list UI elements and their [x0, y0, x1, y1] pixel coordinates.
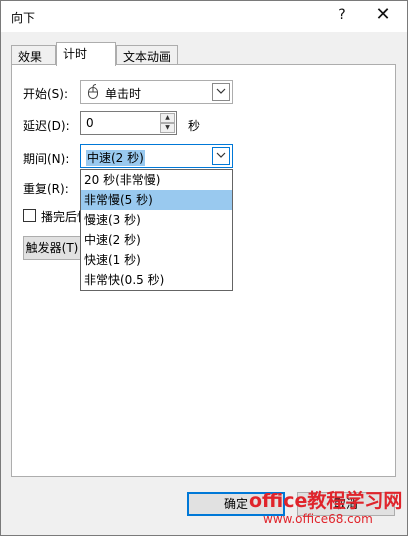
title-bar: 向下 ? ✕	[1, 1, 407, 32]
tab-text-animation[interactable]: 文本动画	[116, 45, 178, 65]
help-icon[interactable]: ?	[334, 7, 350, 23]
spin-up-icon[interactable]: ▲	[160, 113, 175, 123]
repeat-label: 重复(R):	[23, 182, 69, 196]
delay-value: 0	[86, 116, 94, 130]
duration-value: 中速(2 秒)	[86, 150, 145, 166]
mouse-icon	[87, 84, 99, 103]
watermark-url: www.office68.com	[263, 512, 373, 526]
tab-effect[interactable]: 效果	[11, 45, 56, 65]
triggers-button[interactable]: 触发器(T)	[23, 236, 81, 260]
dialog-title: 向下	[11, 11, 36, 25]
start-select[interactable]: 单击时	[80, 80, 233, 104]
watermark-text: office教程学习网	[249, 490, 403, 512]
list-item[interactable]: 非常慢(5 秒)	[81, 190, 232, 210]
list-item[interactable]: 20 秒(非常慢)	[81, 170, 232, 190]
delay-label: 延迟(D):	[23, 119, 70, 133]
delay-spinner[interactable]: 0 ▲ ▼	[80, 111, 177, 135]
list-item[interactable]: 非常快(0.5 秒)	[81, 270, 232, 290]
start-value: 单击时	[105, 87, 142, 101]
list-item[interactable]: 中速(2 秒)	[81, 230, 232, 250]
list-item[interactable]: 快速(1 秒)	[81, 250, 232, 270]
animation-dialog: 向下 ? ✕ 效果 计时 文本动画 开始(S): 单击时 延迟(D): 0 ▲ …	[0, 0, 408, 536]
rewind-checkbox[interactable]	[23, 209, 36, 222]
tab-timing[interactable]: 计时	[56, 42, 116, 66]
duration-label: 期间(N):	[23, 152, 70, 166]
chevron-down-icon[interactable]	[212, 147, 230, 165]
delay-unit: 秒	[188, 119, 201, 133]
duration-select[interactable]: 中速(2 秒)	[80, 144, 233, 168]
chevron-down-icon[interactable]	[212, 83, 230, 101]
start-label: 开始(S):	[23, 87, 69, 101]
duration-dropdown-list: 20 秒(非常慢) 非常慢(5 秒) 慢速(3 秒) 中速(2 秒) 快速(1 …	[80, 169, 233, 291]
close-icon[interactable]: ✕	[375, 6, 391, 24]
list-item[interactable]: 慢速(3 秒)	[81, 210, 232, 230]
spin-down-icon[interactable]: ▼	[160, 123, 175, 133]
